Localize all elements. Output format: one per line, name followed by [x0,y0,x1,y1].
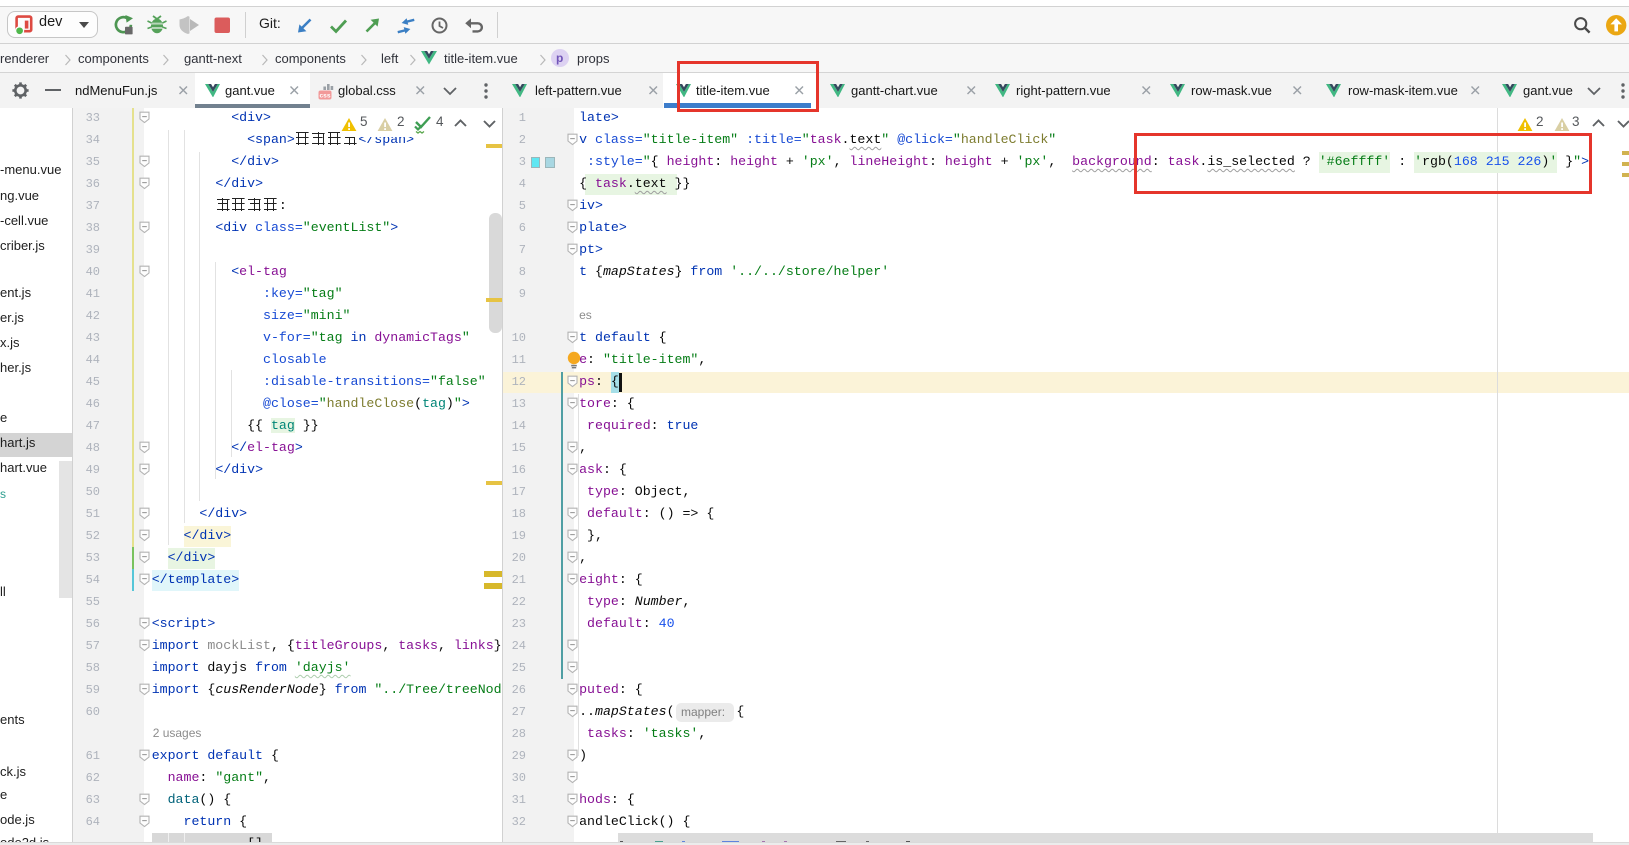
svg-text:css: css [319,93,330,100]
